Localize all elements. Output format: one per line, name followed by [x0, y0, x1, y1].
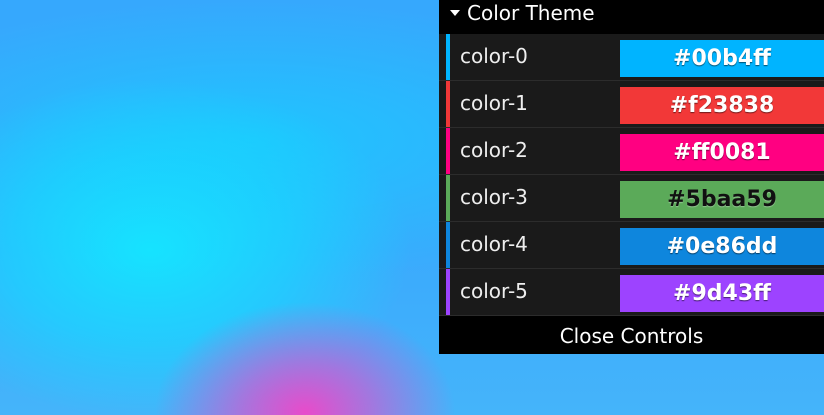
color-row-2: color-2 #ff0081: [439, 128, 824, 175]
color-row-label: color-4: [460, 232, 528, 256]
color-picker-swatch[interactable]: #9d43ff: [620, 275, 824, 312]
color-picker-swatch[interactable]: #00b4ff: [620, 40, 824, 77]
color-row-1: color-1 #f23838: [439, 81, 824, 128]
color-row-accent-bar: [446, 269, 450, 315]
color-row-3: color-3 #5baa59: [439, 175, 824, 222]
color-picker-swatch[interactable]: #ff0081: [620, 134, 824, 171]
color-theme-folder-toggle[interactable]: Color Theme: [439, 0, 824, 30]
color-row-label: color-0: [460, 44, 528, 68]
color-row-label: color-3: [460, 185, 528, 209]
color-row-label: color-1: [460, 91, 528, 115]
color-row-accent-bar: [446, 175, 450, 221]
color-row-0: color-0 #00b4ff: [439, 34, 824, 81]
color-row-accent-bar: [446, 222, 450, 268]
color-controls-panel: Color Theme color-0 #00b4ff color-1 #f23838…: [439, 0, 824, 354]
color-row-label: color-5: [460, 279, 528, 303]
color-picker-swatch[interactable]: #f23838: [620, 87, 824, 124]
folder-title: Color Theme: [467, 1, 595, 25]
color-picker-swatch[interactable]: #0e86dd: [620, 228, 824, 265]
color-row-label: color-2: [460, 138, 528, 162]
color-row-accent-bar: [446, 81, 450, 127]
color-picker-swatch[interactable]: #5baa59: [620, 181, 824, 218]
color-row-4: color-4 #0e86dd: [439, 222, 824, 269]
close-controls-button[interactable]: Close Controls: [439, 319, 824, 354]
caret-down-icon: [450, 10, 460, 16]
color-row-accent-bar: [446, 128, 450, 174]
color-row-5: color-5 #9d43ff: [439, 269, 824, 316]
color-row-accent-bar: [446, 34, 450, 80]
